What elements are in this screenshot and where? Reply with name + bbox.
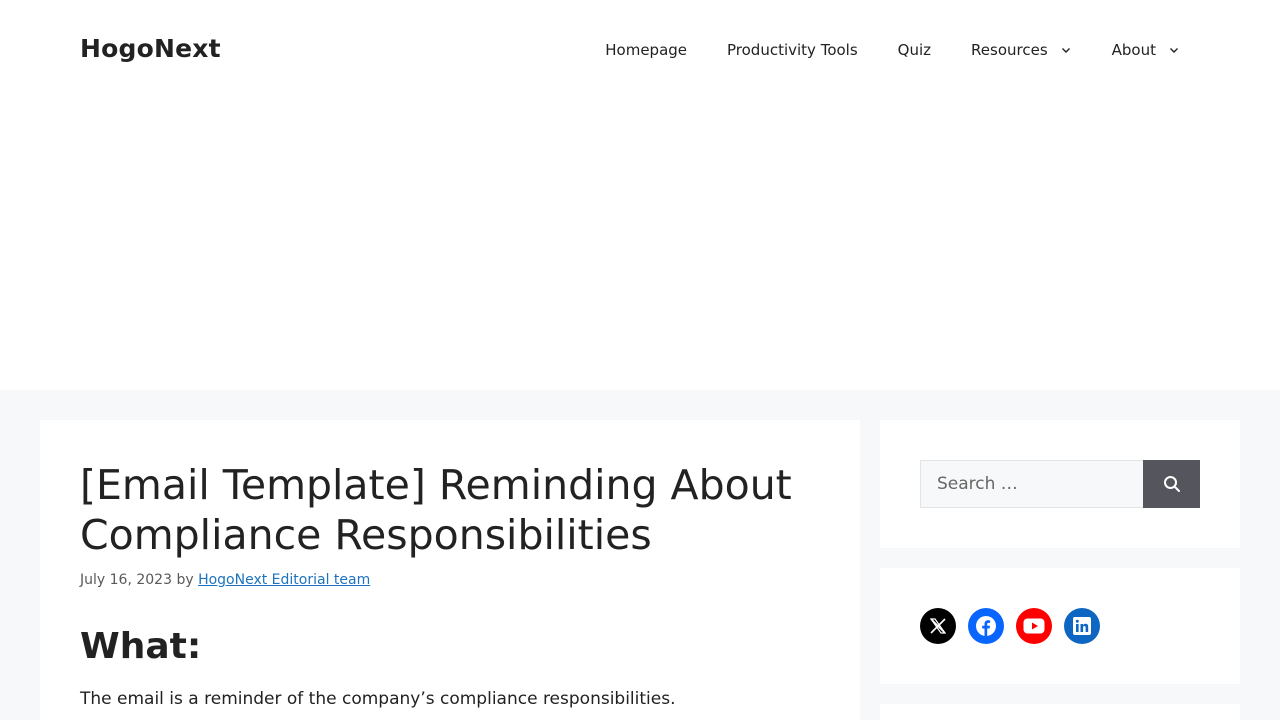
search-button[interactable] — [1143, 460, 1200, 508]
nav-item-about[interactable]: About — [1092, 0, 1200, 100]
facebook-icon[interactable] — [968, 608, 1004, 644]
linkedin-icon[interactable] — [1064, 608, 1100, 644]
chevron-down-icon[interactable] — [1060, 44, 1072, 56]
sidebar-widget — [880, 704, 1240, 720]
section-heading: What: — [80, 626, 202, 667]
nav-item-label: Quiz — [897, 41, 932, 59]
x-icon[interactable] — [920, 608, 956, 644]
search-form — [920, 460, 1200, 508]
chevron-down-icon[interactable] — [1168, 44, 1180, 56]
post-date: July 16, 2023 — [80, 572, 172, 588]
site-logo[interactable]: HogoNext — [80, 34, 221, 63]
article-paragraph: The email is a reminder of the company’s… — [80, 689, 676, 709]
site-header: HogoNext Homepage Productivity Tools Qui… — [0, 0, 1280, 390]
youtube-icon[interactable] — [1016, 608, 1052, 644]
search-input[interactable] — [920, 460, 1143, 508]
post-title: [Email Template] Reminding About Complia… — [80, 461, 792, 559]
nav-item-label: Productivity Tools — [727, 41, 858, 59]
nav-item-label: Homepage — [605, 41, 688, 59]
search-icon — [1163, 476, 1180, 492]
article-content: [Email Template] Reminding About Complia… — [40, 420, 860, 720]
post-meta: July 16, 2023 by HogoNext Editorial team — [80, 572, 820, 588]
nav-item-label: About — [1111, 41, 1156, 59]
social-links — [920, 608, 1100, 644]
author-link[interactable]: HogoNext Editorial team — [198, 572, 370, 588]
social-widget — [880, 568, 1240, 684]
nav-item-resources[interactable]: Resources — [951, 0, 1092, 100]
main-navigation: Homepage Productivity Tools Quiz Resourc… — [585, 0, 1200, 100]
post-by-label: by — [176, 572, 194, 588]
nav-item-label: Resources — [971, 41, 1048, 59]
nav-item-homepage[interactable]: Homepage — [585, 0, 707, 100]
nav-item-quiz[interactable]: Quiz — [878, 0, 951, 100]
nav-item-productivity-tools[interactable]: Productivity Tools — [707, 0, 878, 100]
search-widget — [880, 420, 1240, 548]
